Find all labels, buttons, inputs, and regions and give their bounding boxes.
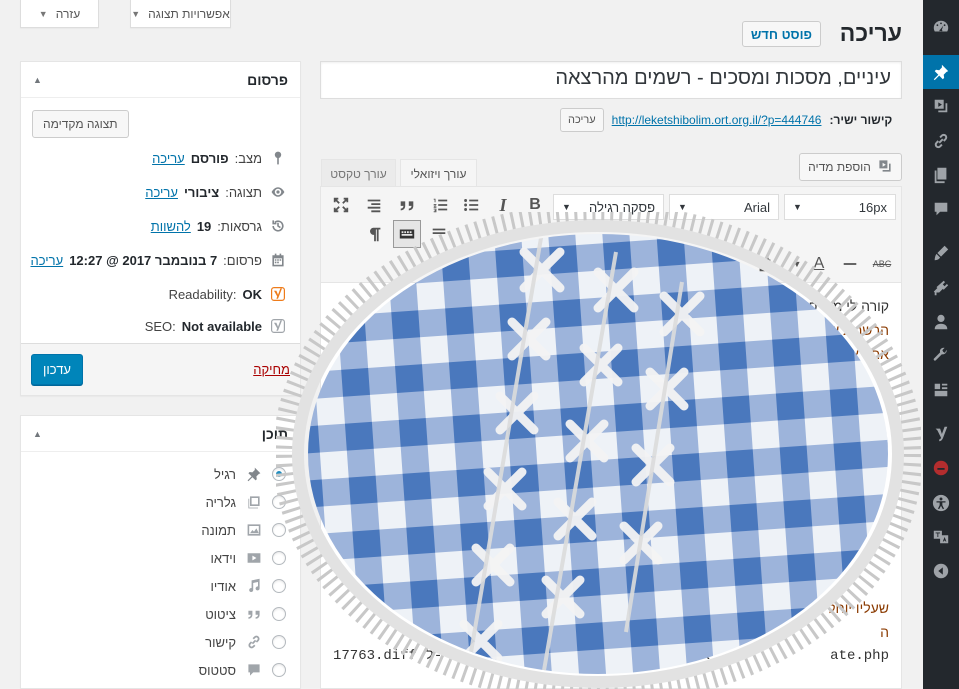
- tools-icon[interactable]: [923, 339, 959, 373]
- preview-button[interactable]: תצוגה מקדימה: [32, 110, 129, 138]
- accessibility-icon[interactable]: [923, 486, 959, 520]
- link-icon: [244, 634, 264, 650]
- published-date-row: פרסום: 7 בנובמבר 2017 @ 12:27 עריכה: [31, 248, 289, 272]
- gingham-fabric-overlay: [276, 212, 921, 689]
- publish-box: פרסום ▲ תצוגה מקדימה מצב: פורסם עריכה תצ…: [20, 61, 301, 396]
- published-edit-link[interactable]: עריכה: [31, 253, 64, 268]
- revisions-compare-link[interactable]: להשוות: [151, 219, 191, 234]
- update-button[interactable]: עדכון: [31, 354, 83, 385]
- quote-icon: [244, 606, 264, 622]
- pin-location-icon: [268, 150, 288, 166]
- add-new-post-button[interactable]: פוסט חדש: [741, 21, 821, 47]
- status-icon: [244, 662, 264, 678]
- video-icon: [244, 550, 264, 566]
- format-option-link[interactable]: קישור: [205, 630, 286, 654]
- format-label: רגיל: [213, 466, 236, 482]
- plugin-badge-icon[interactable]: [923, 451, 959, 485]
- collapse-arrow-icon[interactable]: ▲: [33, 75, 42, 85]
- settings-icon[interactable]: [923, 373, 959, 407]
- yoast-icon[interactable]: [923, 417, 959, 451]
- published-value: 7 בנובמבר 2017 @ 12:27: [69, 252, 218, 268]
- help-button[interactable]: עזרה ▼: [20, 0, 99, 28]
- publish-actions: מחיקה עדכון: [21, 343, 300, 395]
- seo-row: SEO: Not available: [145, 314, 288, 338]
- format-label: וידאו: [210, 550, 237, 566]
- chevron-down-icon: ▼: [562, 202, 571, 212]
- format-label: גלריה: [205, 494, 236, 510]
- seo-value: Not available: [181, 318, 262, 334]
- screen-options-button[interactable]: אפשרויות תצוגה ▼: [130, 0, 231, 28]
- translate-icon[interactable]: [923, 520, 959, 554]
- media-icon[interactable]: [923, 89, 959, 123]
- links-icon[interactable]: [923, 124, 959, 158]
- format-option-gallery[interactable]: גלריה: [206, 490, 286, 514]
- post-format-header[interactable]: תוכן ▲: [21, 416, 300, 452]
- pin-icon: [244, 466, 264, 482]
- permalink-edit-button[interactable]: עריכה: [560, 108, 604, 132]
- chevron-down-icon: ▼: [678, 202, 687, 212]
- add-media-label: הוספת מדיה: [808, 160, 871, 174]
- format-option-audio[interactable]: אודיו: [210, 574, 286, 598]
- status-label: מצב:: [234, 150, 262, 166]
- add-media-button[interactable]: הוספת מדיה: [799, 153, 902, 181]
- chevron-down-icon: ▼: [131, 8, 141, 19]
- visibility-row: תצוגה: ציבורי עריכה: [145, 180, 288, 204]
- collapse-arrow-icon[interactable]: ▲: [33, 429, 42, 439]
- post-format-box: תוכן ▲ רגיל גלריה תמונה וידאו אודיו ציטו…: [20, 415, 301, 689]
- page-title: עריכה: [839, 20, 902, 46]
- pages-icon[interactable]: [923, 158, 959, 192]
- revisions-row: גרסאות: 19 להשוות: [151, 214, 288, 238]
- help-label: עזרה: [55, 6, 81, 21]
- status-edit-link[interactable]: עריכה: [152, 151, 185, 166]
- dashboard-icon[interactable]: [923, 10, 959, 44]
- format-label: סטטוס: [198, 662, 236, 678]
- revisions-label: גרסאות:: [217, 218, 262, 234]
- status-value: פורסם: [190, 150, 229, 166]
- chevron-down-icon: ▼: [38, 8, 48, 19]
- collapse-menu-icon[interactable]: [923, 554, 959, 588]
- format-option-status[interactable]: סטטוס: [199, 658, 286, 682]
- format-option-quote[interactable]: ציטוט: [205, 602, 286, 626]
- eye-icon: [268, 184, 288, 200]
- revisions-value: 19: [196, 218, 212, 234]
- seo-label: SEO:: [144, 318, 176, 334]
- chevron-down-icon: ▼: [793, 202, 802, 212]
- permalink-label: קישור ישיר:: [829, 113, 893, 127]
- audio-icon: [244, 578, 264, 594]
- format-label: ציטוט: [205, 606, 236, 622]
- posts-pin-icon[interactable]: [923, 55, 959, 89]
- gallery-icon: [244, 494, 264, 510]
- format-label: תמונה: [201, 522, 236, 538]
- visibility-edit-link[interactable]: עריכה: [145, 185, 178, 200]
- visibility-label: תצוגה:: [225, 184, 262, 200]
- appearance-icon[interactable]: [923, 236, 959, 270]
- published-label: פרסום:: [223, 252, 262, 268]
- plugins-icon[interactable]: [923, 271, 959, 305]
- readability-value: OK: [242, 286, 263, 302]
- add-media-icon: [877, 158, 893, 177]
- format-label: אודיו: [210, 578, 237, 594]
- visibility-value: ציבורי: [183, 184, 220, 200]
- tab-text[interactable]: עורך טקסט: [321, 159, 396, 187]
- format-option-image[interactable]: תמונה: [201, 518, 286, 542]
- status-row: מצב: פורסם עריכה: [152, 146, 288, 170]
- screen-options-label: אפשרויות תצוגה: [148, 6, 230, 21]
- post-title-input[interactable]: עיניים, מסכות ומסכים - רשמים מהרצאה: [320, 61, 902, 99]
- tab-visual[interactable]: עורך ויזואלי: [400, 159, 477, 187]
- readability-label: Readability:: [168, 286, 237, 302]
- publish-box-header[interactable]: פרסום ▲: [21, 62, 300, 98]
- users-icon[interactable]: [923, 305, 959, 339]
- readability-row: Readability: OK: [169, 282, 288, 306]
- permalink-row: קישור ישיר: http://leketshibolim.ort.org…: [560, 108, 902, 132]
- comments-icon[interactable]: [923, 192, 959, 226]
- admin-menu: [923, 0, 959, 689]
- publish-box-title: פרסום: [247, 71, 288, 88]
- format-label: קישור: [205, 634, 236, 650]
- format-option-video[interactable]: וידאו: [210, 546, 286, 570]
- permalink-url[interactable]: http://leketshibolim.ort.org.il/?p=44474…: [612, 113, 822, 127]
- image-icon: [244, 522, 264, 538]
